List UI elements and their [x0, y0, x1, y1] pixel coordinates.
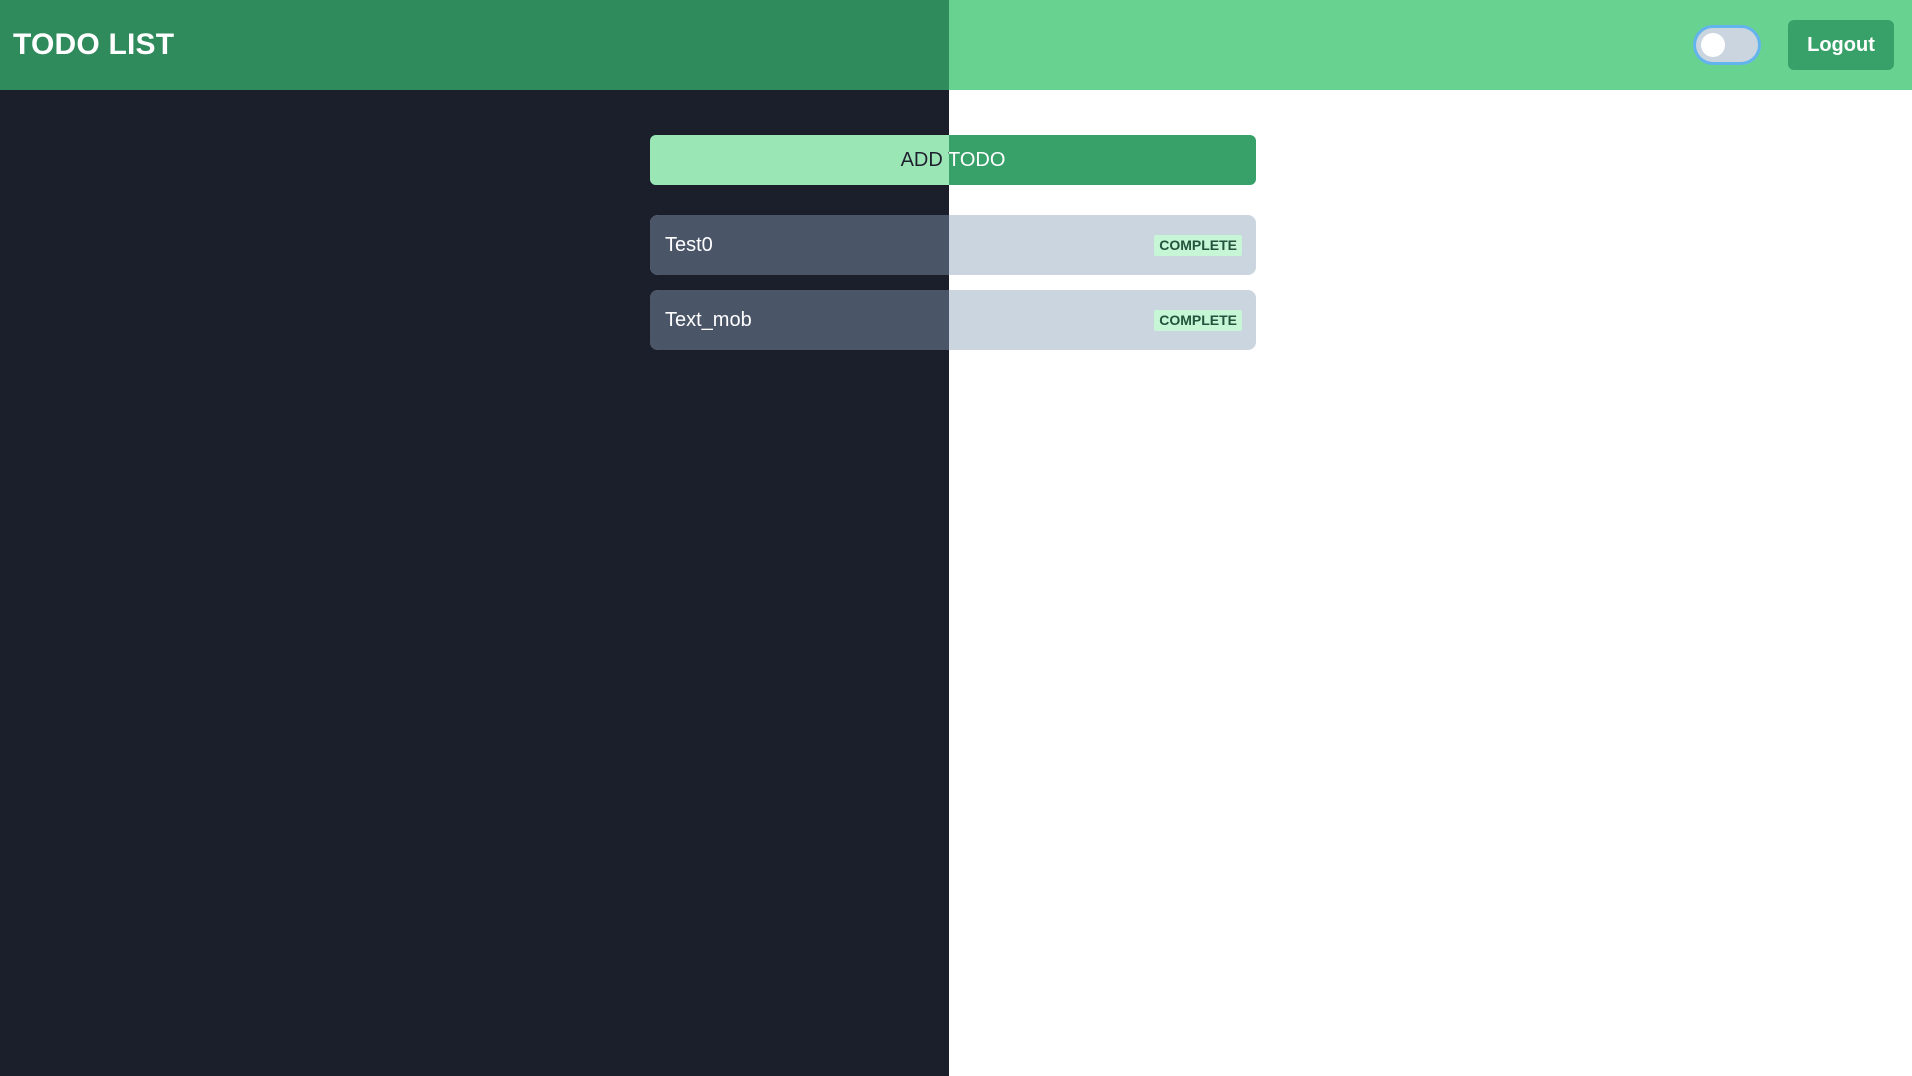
todo-item: Text_mob COMPLETE	[650, 290, 1256, 350]
todo-text: Test0	[665, 234, 713, 256]
todo-list: Test0 COMPLETE Text_mob COMPLETE	[650, 215, 1256, 365]
todo-item: Test0 COMPLETE	[650, 215, 1256, 275]
add-todo-button[interactable]: ADD TODO ADD TODO	[650, 135, 1256, 185]
logout-button[interactable]: Logout	[1788, 20, 1894, 70]
complete-button[interactable]: COMPLETE	[1154, 235, 1242, 256]
todo-text: Text_mob	[665, 309, 752, 331]
toggle-knob	[1701, 33, 1725, 57]
complete-button[interactable]: COMPLETE	[1154, 310, 1242, 331]
theme-toggle[interactable]	[1693, 25, 1761, 65]
app-header: TODO LIST Logout	[0, 0, 1912, 90]
app-title: TODO LIST	[13, 28, 175, 61]
